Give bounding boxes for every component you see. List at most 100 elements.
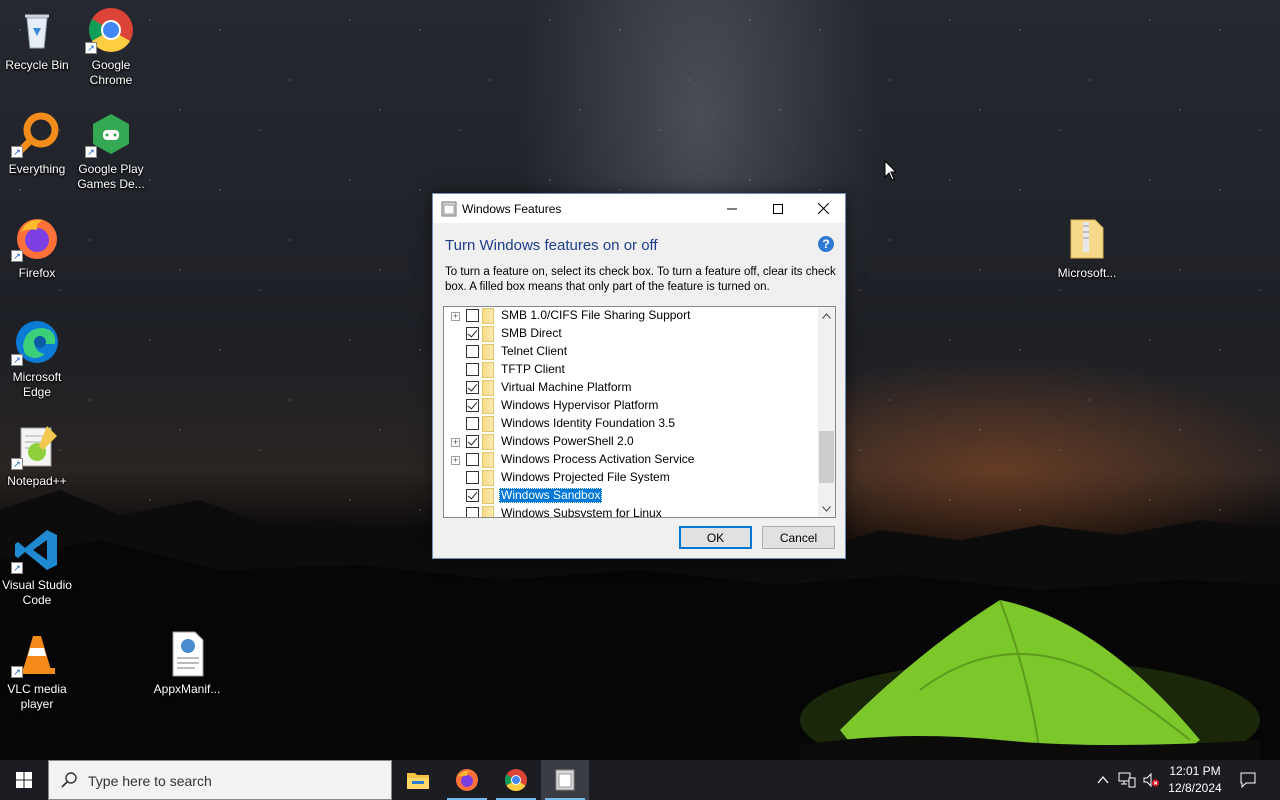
desktop-icon-label: Everything <box>8 162 66 176</box>
feature-checkbox[interactable] <box>466 489 479 502</box>
clock-date: 12/8/2024 <box>1168 781 1222 795</box>
taskbar-chrome[interactable] <box>492 760 540 800</box>
desktop-icon-microsoft-folder[interactable]: Microsoft... <box>1049 214 1125 281</box>
feature-checkbox[interactable] <box>466 417 479 430</box>
desktop-icon-label: Microsoft <box>12 370 62 384</box>
close-button[interactable] <box>800 194 846 223</box>
folder-icon <box>482 416 494 432</box>
start-button[interactable] <box>0 760 48 800</box>
expand-plus-icon[interactable]: + <box>451 456 460 465</box>
taskbar: Type here to search 12:01 PM 12/8/2024 <box>0 760 1280 800</box>
shortcut-arrow-icon: ↗ <box>11 354 23 366</box>
feature-checkbox[interactable] <box>466 399 479 412</box>
feature-row[interactable]: Virtual Machine Platform <box>444 379 818 397</box>
feature-label: Windows Process Activation Service <box>501 452 695 466</box>
file-explorer-icon <box>407 773 429 789</box>
desktop-icon-vlc-media-player[interactable]: ↗ VLC media player <box>0 630 75 712</box>
shortcut-arrow-icon: ↗ <box>11 146 23 158</box>
desktop-icon-label: Chrome <box>89 73 133 87</box>
desktop-icon-notepad-plus-plus[interactable]: ↗ Notepad++ <box>0 422 75 489</box>
show-hidden-icons-button[interactable] <box>1092 760 1114 800</box>
feature-row[interactable]: Windows Identity Foundation 3.5 <box>444 415 818 433</box>
title-bar[interactable]: Windows Features <box>433 194 845 223</box>
feature-row[interactable]: SMB Direct <box>444 325 818 343</box>
features-tree: + SMB 1.0/CIFS File Sharing Support SMB Di… <box>443 306 836 518</box>
taskbar-firefox[interactable] <box>443 760 491 800</box>
xml-file-icon <box>163 630 211 678</box>
taskbar-file-explorer[interactable] <box>394 760 442 800</box>
feature-checkbox[interactable] <box>466 381 479 394</box>
feature-row[interactable]: Windows Projected File System <box>444 469 818 487</box>
ok-button[interactable]: OK <box>679 526 752 549</box>
mouse-cursor-icon <box>884 160 898 181</box>
search-placeholder: Type here to search <box>88 773 212 789</box>
feature-checkbox[interactable] <box>466 363 479 376</box>
everything-search-icon: ↗ <box>11 110 61 158</box>
close-icon <box>817 203 829 214</box>
feature-row[interactable]: + Windows Process Activation Service <box>444 451 818 469</box>
feature-label: Windows Sandbox <box>499 488 603 503</box>
feature-row[interactable]: + Windows PowerShell 2.0 <box>444 433 818 451</box>
feature-row[interactable]: Windows Subsystem for Linux <box>444 505 818 518</box>
feature-checkbox[interactable] <box>466 507 479 517</box>
chrome-icon <box>505 769 527 791</box>
shortcut-arrow-icon: ↗ <box>85 42 97 54</box>
feature-checkbox[interactable] <box>466 327 479 340</box>
vertical-scrollbar[interactable] <box>818 307 835 517</box>
feature-row[interactable]: Telnet Client <box>444 343 818 361</box>
vlc-cone-icon: ↗ <box>11 630 61 678</box>
feature-checkbox[interactable] <box>466 309 479 322</box>
feature-label: Windows Subsystem for Linux <box>501 506 662 518</box>
shortcut-arrow-icon: ↗ <box>11 562 23 574</box>
system-clock[interactable]: 12:01 PM 12/8/2024 <box>1160 763 1230 797</box>
scroll-up-button[interactable] <box>818 307 835 324</box>
feature-row[interactable]: Windows Sandbox <box>444 487 818 505</box>
chevron-up-icon <box>822 312 831 319</box>
desktop-icon-label: Games De... <box>77 177 145 191</box>
feature-checkbox[interactable] <box>466 453 479 466</box>
feature-checkbox[interactable] <box>466 345 479 358</box>
expand-plus-icon[interactable]: + <box>451 438 460 447</box>
desktop-icon-label: Notepad++ <box>7 474 67 488</box>
folder-icon <box>482 398 494 414</box>
desktop-icon-google-play-games[interactable]: ↗ Google Play Games De... <box>73 110 149 192</box>
feature-row[interactable]: + SMB 1.0/CIFS File Sharing Support <box>444 307 818 325</box>
taskbar-search-box[interactable]: Type here to search <box>48 760 392 800</box>
maximize-button[interactable] <box>755 194 801 223</box>
feature-checkbox[interactable] <box>466 471 479 484</box>
feature-label: Windows PowerShell 2.0 <box>501 434 634 448</box>
desktop-icon-appxmanifest[interactable]: AppxManif... <box>149 630 225 697</box>
folder-icon <box>482 434 494 450</box>
notepad-plus-plus-icon: ↗ <box>11 422 61 470</box>
desktop-icon-everything[interactable]: ↗ Everything <box>0 110 75 177</box>
taskbar-windows-features[interactable] <box>541 760 589 800</box>
action-center-button[interactable] <box>1234 760 1262 800</box>
notification-icon <box>1240 772 1256 788</box>
cancel-button[interactable]: Cancel <box>762 526 835 549</box>
shortcut-arrow-icon: ↗ <box>11 250 23 262</box>
feature-checkbox[interactable] <box>466 435 479 448</box>
dialog-description: To turn a feature on, select its check b… <box>445 266 836 293</box>
feature-row[interactable]: TFTP Client <box>444 361 818 379</box>
chevron-down-icon <box>822 505 831 512</box>
volume-button[interactable] <box>1140 760 1162 800</box>
feature-label: SMB 1.0/CIFS File Sharing Support <box>501 308 691 322</box>
folder-icon <box>482 362 494 378</box>
expand-plus-icon[interactable]: + <box>451 312 460 321</box>
help-icon[interactable]: ? <box>818 236 834 252</box>
desktop-icon-visual-studio-code[interactable]: ↗ Visual Studio Code <box>0 526 75 608</box>
desktop-icon-recycle-bin[interactable]: Recycle Bin <box>0 6 75 73</box>
desktop-icon-label: player <box>20 697 54 711</box>
desktop-icon-label: Edge <box>22 385 52 399</box>
folder-icon <box>482 452 494 468</box>
minimize-button[interactable] <box>709 194 755 223</box>
scroll-down-button[interactable] <box>818 500 835 517</box>
desktop-icon-firefox[interactable]: ↗ Firefox <box>0 214 75 281</box>
folder-icon <box>482 506 494 517</box>
desktop-icon-google-chrome[interactable]: ↗ Google Chrome <box>73 6 149 88</box>
network-status-button[interactable] <box>1116 760 1138 800</box>
feature-row[interactable]: Windows Hypervisor Platform <box>444 397 818 415</box>
windows-features-app-icon <box>555 769 575 791</box>
desktop-icon-microsoft-edge[interactable]: ↗ Microsoft Edge <box>0 318 75 400</box>
scroll-thumb[interactable] <box>819 431 834 483</box>
